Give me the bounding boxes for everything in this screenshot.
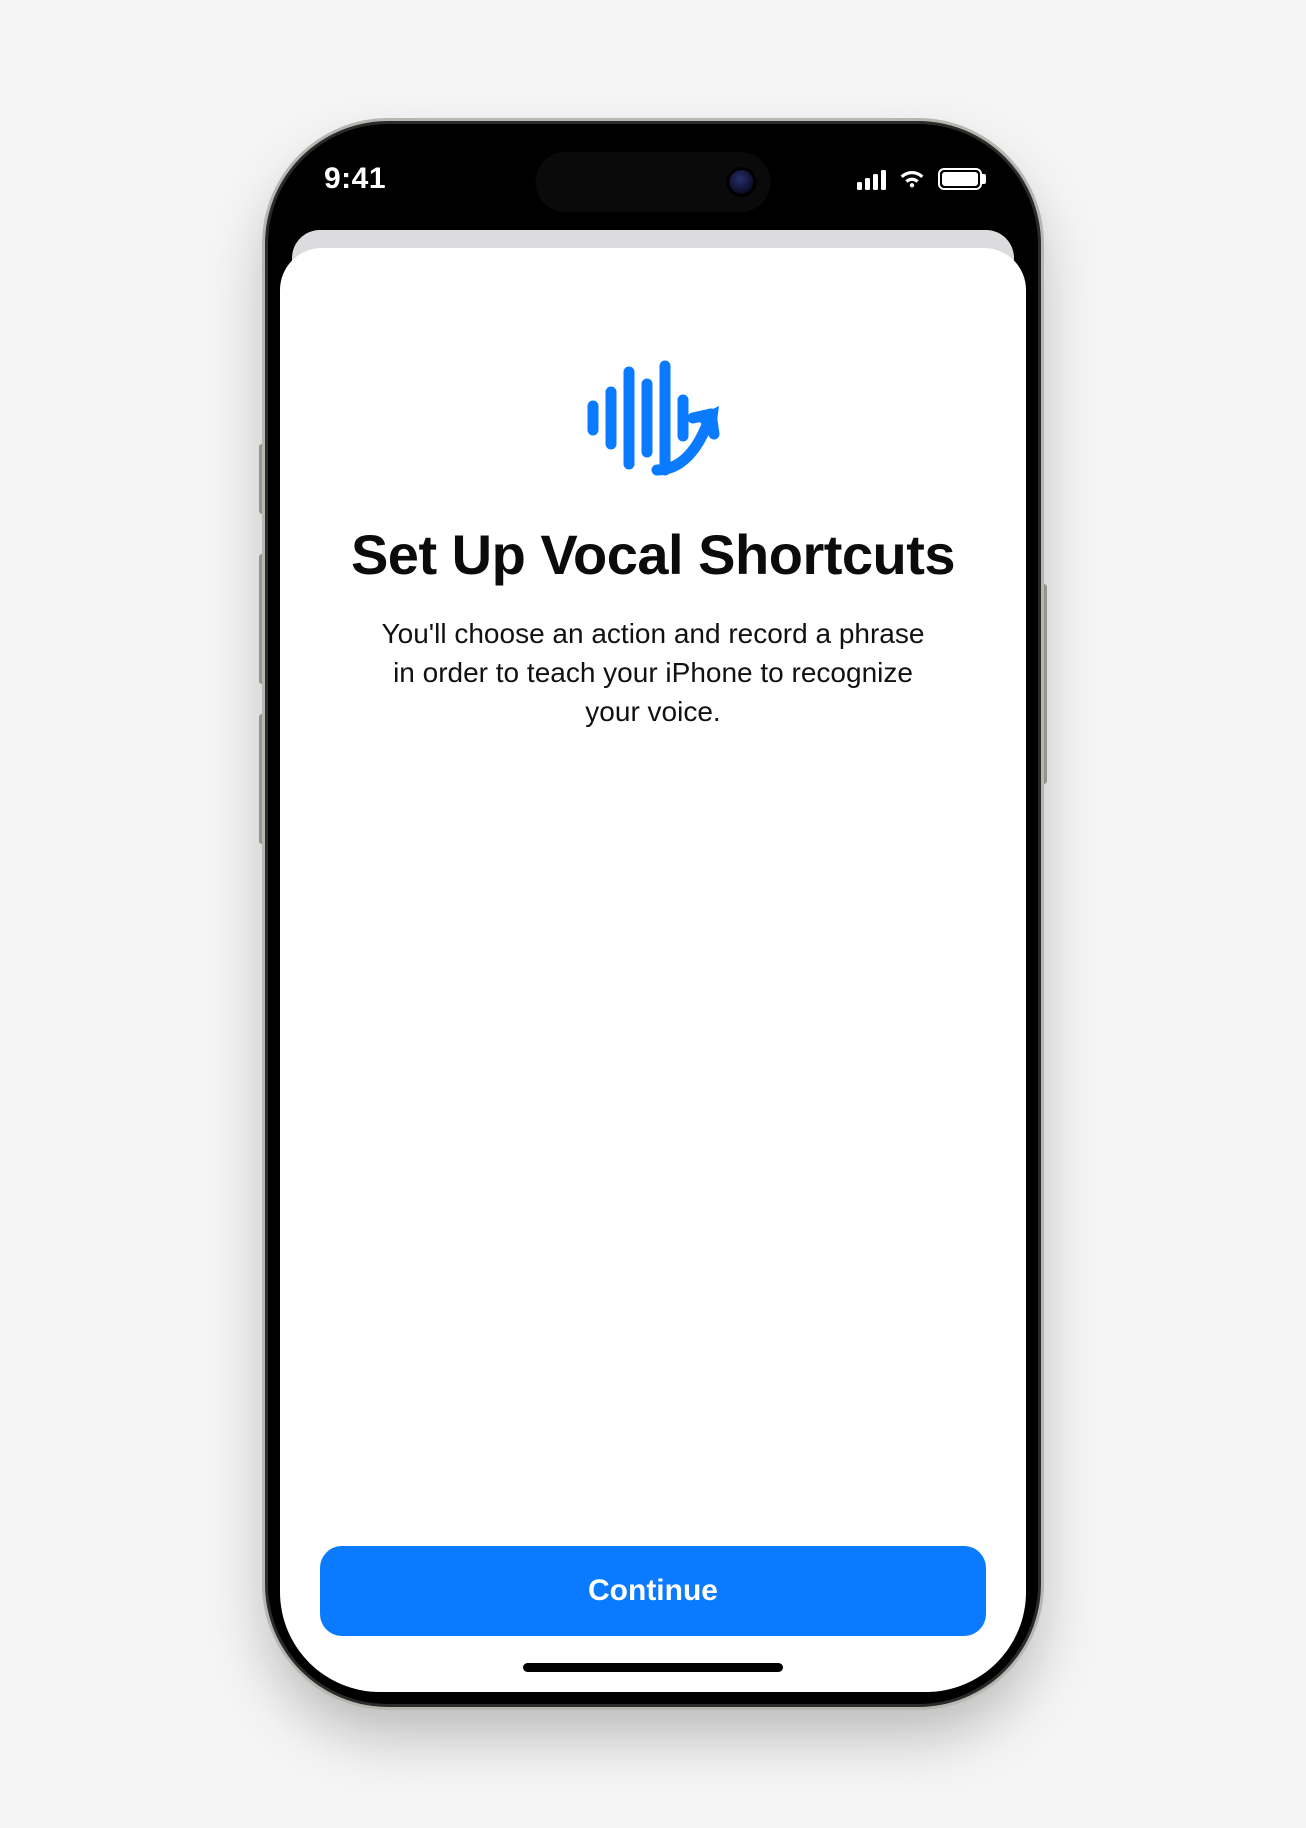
dynamic-island — [536, 152, 771, 212]
side-button-volume-down — [259, 714, 268, 844]
status-indicators — [857, 168, 982, 190]
page-title: Set Up Vocal Shortcuts — [351, 522, 955, 588]
phone-screen: 9:41 — [268, 124, 1038, 1704]
screen-content: Set Up Vocal Shortcuts You'll choose an … — [268, 224, 1038, 1704]
status-time: 9:41 — [324, 162, 386, 196]
home-indicator[interactable] — [523, 1663, 783, 1672]
iphone-device-frame: 9:41 — [268, 124, 1038, 1704]
wifi-icon — [898, 168, 926, 190]
continue-button[interactable]: Continue — [320, 1546, 986, 1636]
side-button-volume-up — [259, 554, 268, 684]
page-subtitle: You'll choose an action and record a phr… — [373, 614, 933, 732]
side-button-action — [259, 444, 268, 514]
side-button-power — [1038, 584, 1047, 784]
setup-sheet: Set Up Vocal Shortcuts You'll choose an … — [280, 248, 1026, 1692]
battery-icon — [938, 168, 982, 190]
sheet-body: Set Up Vocal Shortcuts You'll choose an … — [280, 248, 1026, 1546]
waveform-arrow-icon — [563, 348, 743, 488]
front-camera-icon — [727, 167, 757, 197]
cellular-signal-icon — [857, 168, 886, 190]
